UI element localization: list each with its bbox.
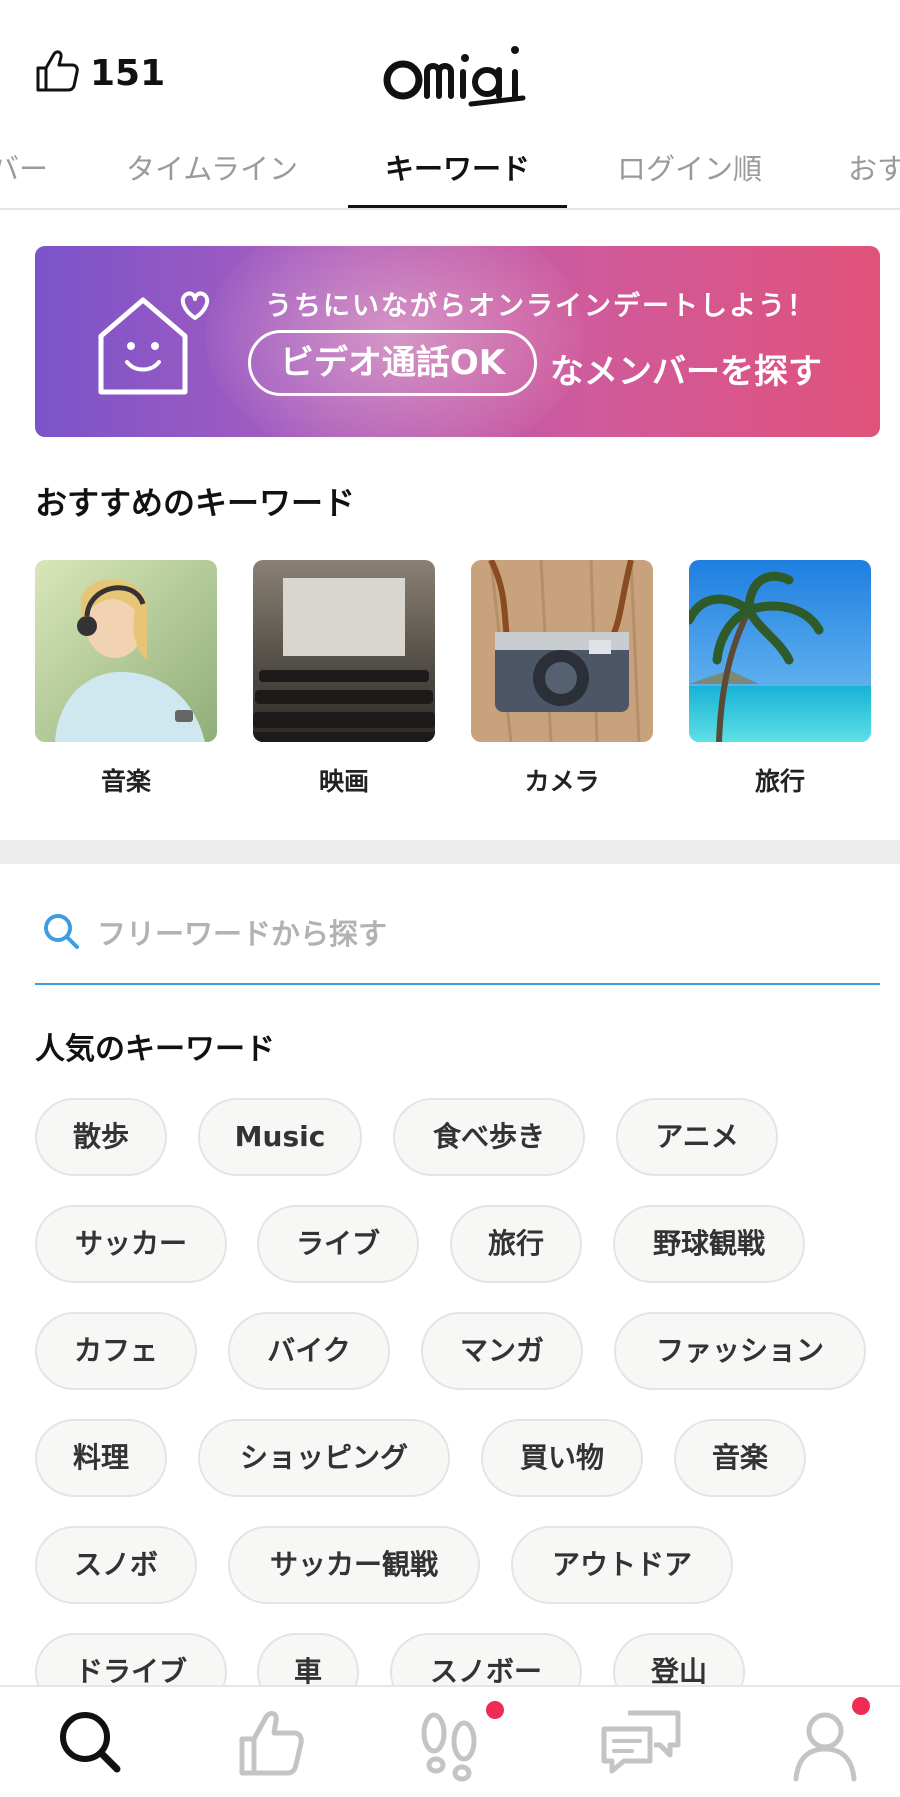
- keyword-card-camera[interactable]: カメラ: [471, 560, 653, 798]
- notification-badge: [852, 1697, 870, 1715]
- video-call-banner[interactable]: うちにいながらオンラインデートしよう！ ビデオ通話OK なメンバーを探す: [35, 246, 880, 437]
- keyword-chip[interactable]: 料理: [35, 1419, 167, 1497]
- keyword-chip[interactable]: 旅行: [450, 1205, 582, 1283]
- keyword-card-travel[interactable]: 旅行: [689, 560, 871, 798]
- bottom-navigation: [0, 1685, 900, 1797]
- tab-keyword[interactable]: キーワード: [385, 146, 530, 188]
- recommended-keywords-title: おすすめのキーワード: [35, 484, 356, 522]
- keyword-chip[interactable]: 音楽: [674, 1419, 806, 1497]
- thumbs-up-icon: [34, 48, 80, 98]
- keyword-label: 旅行: [754, 767, 805, 796]
- keyword-chip[interactable]: 買い物: [481, 1419, 643, 1497]
- travel-beach-photo: [689, 560, 871, 742]
- chat-bubbles-icon: [598, 1710, 688, 1787]
- nav-footprints[interactable]: [410, 1701, 504, 1783]
- keyword-chip[interactable]: アウトドア: [511, 1526, 733, 1604]
- keyword-chip[interactable]: アニメ: [616, 1098, 778, 1176]
- keyword-chip[interactable]: スノボー: [390, 1633, 582, 1688]
- likes-counter[interactable]: 151: [34, 48, 165, 98]
- banner-subtext: なメンバーを探す: [550, 352, 822, 392]
- video-call-ok-badge: ビデオ通話OK: [248, 330, 537, 396]
- omiai-logo: [375, 38, 535, 108]
- nav-search[interactable]: [45, 1703, 135, 1783]
- nav-my-page[interactable]: [780, 1697, 870, 1783]
- keyword-chip[interactable]: バイク: [228, 1312, 390, 1390]
- user-icon: [780, 1712, 870, 1787]
- keyword-label: 映画: [318, 767, 369, 796]
- keyword-chip[interactable]: カフェ: [35, 1312, 197, 1390]
- search-input[interactable]: フリーワードから探す: [97, 911, 387, 953]
- footprints-icon: [410, 1712, 500, 1787]
- keyword-chip[interactable]: 野球観戦: [613, 1205, 805, 1283]
- nav-messages[interactable]: [598, 1703, 688, 1783]
- active-tab-indicator: [348, 205, 567, 208]
- keyword-chip[interactable]: サッカー: [35, 1205, 227, 1283]
- tab-member[interactable]: バー: [0, 146, 48, 188]
- keyword-chip[interactable]: 散歩: [35, 1098, 167, 1176]
- banner-headline: うちにいながらオンラインデートしよう！: [265, 291, 816, 322]
- keyword-label: 音楽: [100, 767, 151, 796]
- keyword-card-music[interactable]: 音楽: [35, 560, 217, 798]
- thumbs-up-icon: [228, 1711, 318, 1787]
- app-header: 151: [0, 0, 900, 130]
- keyword-card-movie[interactable]: 映画: [253, 560, 435, 798]
- music-photo: [35, 560, 217, 742]
- keyword-chip[interactable]: サッカー観戦: [228, 1526, 480, 1604]
- keyword-chip[interactable]: ファッション: [614, 1312, 866, 1390]
- keyword-chip[interactable]: マンガ: [421, 1312, 583, 1390]
- keyword-chip[interactable]: Music: [198, 1098, 362, 1176]
- keyword-chip[interactable]: ライブ: [257, 1205, 419, 1283]
- camera-photo: [471, 560, 653, 742]
- keyword-label: カメラ: [524, 767, 600, 796]
- keyword-chip[interactable]: 車: [257, 1633, 359, 1688]
- popular-keyword-chips: 散歩 Music 食べ歩き アニメ サッカー ライブ 旅行 野球観戦 カフェ バ…: [35, 1098, 895, 1688]
- section-divider: [0, 840, 900, 864]
- likes-count: 151: [90, 52, 166, 94]
- search-icon: [41, 911, 83, 957]
- category-tabs: バー タイムライン キーワード ログイン順 おす: [0, 130, 900, 210]
- popular-keywords-title: 人気のキーワード: [35, 1032, 275, 1067]
- movie-theater-photo: [253, 560, 435, 742]
- keyword-chip[interactable]: ショッピング: [198, 1419, 450, 1497]
- tab-login-order[interactable]: ログイン順: [617, 146, 762, 188]
- tab-timeline[interactable]: タイムライン: [126, 146, 298, 188]
- keyword-chip[interactable]: ドライブ: [35, 1633, 227, 1688]
- free-word-search[interactable]: フリーワードから探す: [35, 895, 880, 985]
- search-icon: [45, 1712, 135, 1787]
- keyword-chip[interactable]: 食べ歩き: [393, 1098, 585, 1176]
- smiling-house-icon: [95, 286, 225, 400]
- nav-likes[interactable]: [228, 1703, 318, 1783]
- keyword-chip[interactable]: スノボ: [35, 1526, 197, 1604]
- tab-recommended[interactable]: おす: [848, 146, 900, 188]
- notification-badge: [486, 1701, 504, 1719]
- keyword-chip[interactable]: 登山: [613, 1633, 745, 1688]
